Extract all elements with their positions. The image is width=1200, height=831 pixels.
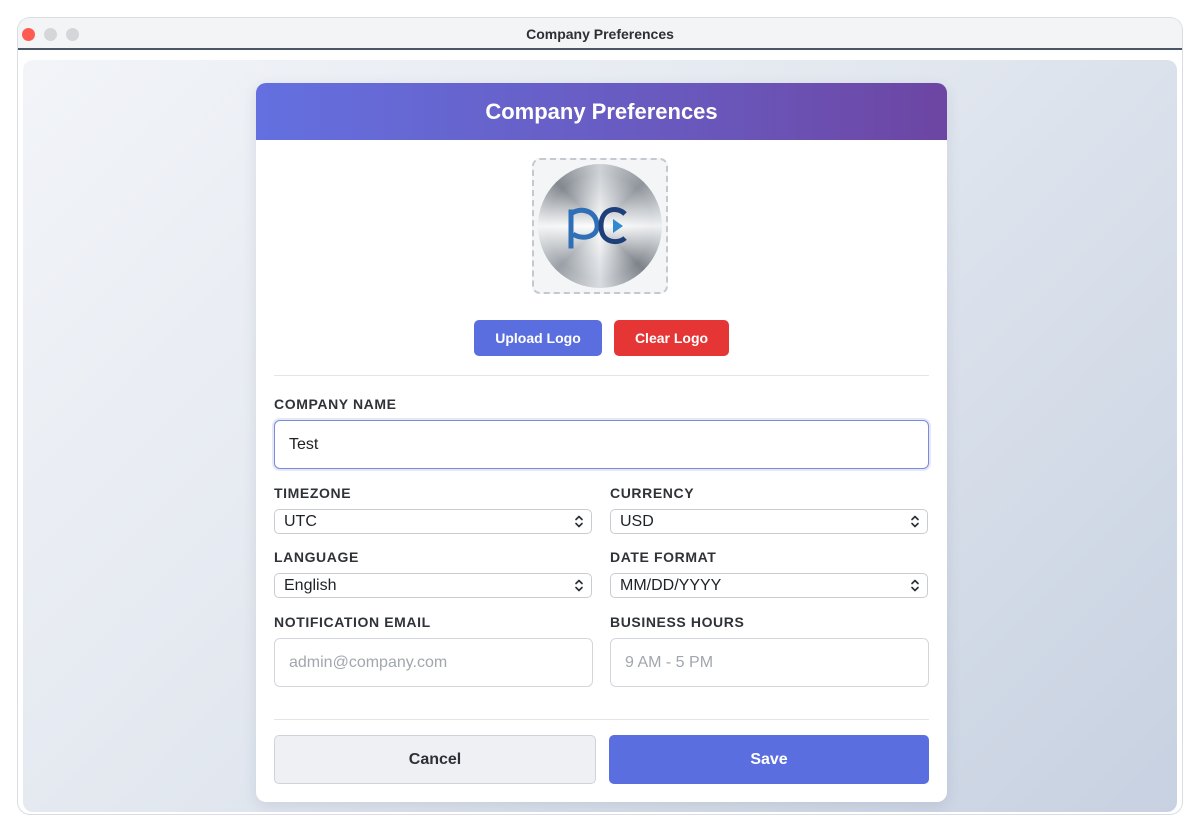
language-select[interactable]: English xyxy=(274,573,592,598)
upload-logo-button[interactable]: Upload Logo xyxy=(474,320,602,356)
date-format-value: MM/DD/YYYY xyxy=(620,577,722,594)
title-bar[interactable]: Company Preferences xyxy=(18,18,1182,50)
chevron-up-down-icon xyxy=(911,515,919,528)
clear-logo-button[interactable]: Clear Logo xyxy=(614,320,729,356)
notification-email-input[interactable] xyxy=(274,638,593,687)
chevron-up-down-icon xyxy=(911,579,919,592)
app-window: Company Preferences Company Preferences … xyxy=(18,18,1182,814)
business-hours-input[interactable] xyxy=(610,638,929,687)
language-label: LANGUAGE xyxy=(274,549,359,565)
date-format-label: DATE FORMAT xyxy=(610,549,717,565)
content-background: Company Preferences Upload Logo Clear Lo… xyxy=(23,60,1177,812)
date-format-select[interactable]: MM/DD/YYYY xyxy=(610,573,928,598)
company-name-label: COMPANY NAME xyxy=(274,396,397,412)
company-logo xyxy=(538,164,662,288)
timezone-select[interactable]: UTC xyxy=(274,509,592,534)
currency-value: USD xyxy=(620,513,654,530)
company-name-input[interactable] xyxy=(274,420,929,469)
language-value: English xyxy=(284,577,337,594)
chevron-up-down-icon xyxy=(575,515,583,528)
window-title: Company Preferences xyxy=(526,26,674,42)
logo-preview[interactable] xyxy=(532,158,668,294)
business-hours-label: BUSINESS HOURS xyxy=(610,614,745,630)
dialog-title: Company Preferences xyxy=(256,83,947,140)
timezone-value: UTC xyxy=(284,513,317,530)
chevron-up-down-icon xyxy=(575,579,583,592)
save-button[interactable]: Save xyxy=(609,735,929,784)
currency-label: CURRENCY xyxy=(610,485,695,501)
logo-mark-icon xyxy=(568,207,627,249)
preferences-dialog: Company Preferences Upload Logo Clear Lo… xyxy=(256,83,947,802)
currency-select[interactable]: USD xyxy=(610,509,928,534)
cancel-button[interactable]: Cancel xyxy=(274,735,596,784)
section-divider xyxy=(274,375,929,376)
footer-divider xyxy=(274,719,929,720)
timezone-label: TIMEZONE xyxy=(274,485,352,501)
notification-email-label: NOTIFICATION EMAIL xyxy=(274,614,431,630)
